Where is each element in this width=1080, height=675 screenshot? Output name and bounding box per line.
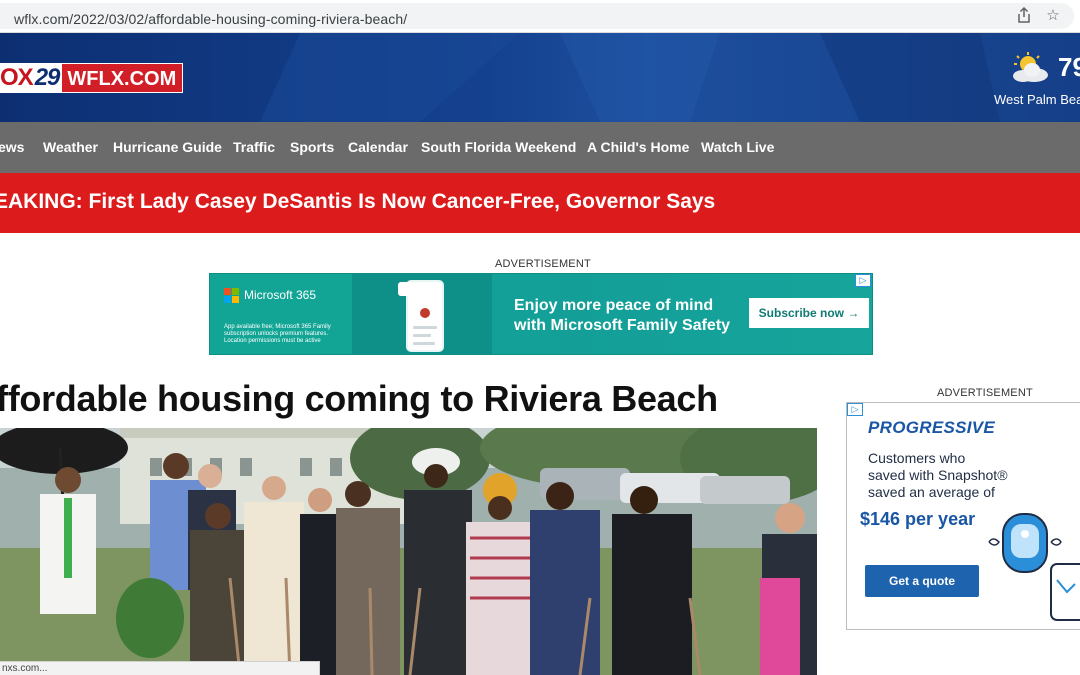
ms-ad-headline-line2: with Microsoft Family Safety — [514, 317, 731, 334]
site-header: OX 29 WFLX.COM — [0, 33, 1080, 122]
breaking-news-text[interactable]: EAKING: First Lady Casey DeSantis Is Now… — [0, 190, 715, 214]
star-icon[interactable]: ☆ — [1044, 7, 1062, 25]
weather-city[interactable]: West Palm Bea — [994, 92, 1080, 107]
nav-item-news[interactable]: ews — [0, 139, 24, 155]
article-title: ffordable housing coming to Riviera Beac… — [0, 378, 718, 419]
ad-label-side: ADVERTISEMENT — [937, 387, 1033, 399]
share-icon[interactable] — [1015, 6, 1033, 25]
nav-item-calendar[interactable]: Calendar — [348, 139, 408, 155]
nav-item-traffic[interactable]: Traffic — [233, 139, 275, 155]
nav-item-weather[interactable]: Weather — [43, 139, 98, 155]
logo-fox-text: OX — [0, 63, 35, 93]
adchoices-icon[interactable]: ▷ — [855, 274, 871, 287]
logo-channel-number: 29 — [34, 63, 62, 93]
progressive-logo: PROGRESSIVE — [868, 418, 996, 437]
progressive-amount: $146 per year — [860, 509, 976, 529]
microsoft-logo-icon — [224, 288, 240, 304]
ms-ad-brand: Microsoft 365 — [244, 288, 317, 302]
ms-ad-headline-line1: Enjoy more peace of mind — [514, 297, 714, 314]
progressive-copy: Customers who saved with Snapshot® saved… — [868, 450, 1028, 501]
site-logo[interactable]: OX 29 WFLX.COM — [0, 63, 184, 93]
progressive-ad[interactable]: ▷ PROGRESSIVE Customers who saved with S… — [846, 402, 1080, 630]
logo-site-name: WFLX.COM — [61, 63, 184, 93]
nav-item-hurricane-guide[interactable]: Hurricane Guide — [113, 139, 222, 155]
phone-ui-line — [413, 334, 431, 337]
progressive-copy-line2: saved with Snapshot® — [868, 467, 1008, 483]
ms-ad-headline: Enjoy more peace of mind with Microsoft … — [514, 296, 754, 336]
partly-cloudy-icon — [1013, 52, 1048, 82]
article-hero-image[interactable] — [0, 428, 817, 675]
url-field[interactable]: wflx.com/2022/03/02/affordable-housing-c… — [0, 3, 1074, 29]
ad-label-top: ADVERTISEMENT — [495, 258, 591, 270]
progressive-copy-line1: Customers who — [868, 450, 966, 466]
nav-item-childs-home[interactable]: A Child's Home — [587, 139, 689, 155]
subscribe-now-button[interactable]: Subscribe now → — [749, 298, 869, 328]
ms-ad-left-panel: Microsoft 365 App available free; Micros… — [210, 274, 352, 354]
snapshot-device-icon — [988, 513, 1080, 621]
ms-ad-fine-print: App available free; Microsoft 365 Family… — [224, 324, 331, 344]
location-pin-icon — [420, 308, 430, 318]
status-bar-url: nxs.com... — [0, 661, 320, 675]
phone-ui-line — [413, 342, 435, 345]
microsoft-365-ad[interactable]: Microsoft 365 App available free; Micros… — [209, 273, 873, 355]
breaking-news-banner[interactable]: EAKING: First Lady Casey DeSantis Is Now… — [0, 173, 1080, 233]
main-nav: ews Weather Hurricane Guide Traffic Spor… — [0, 122, 1080, 173]
browser-address-bar: wflx.com/2022/03/02/affordable-housing-c… — [0, 0, 1080, 33]
progressive-copy-line3: saved an average of — [868, 484, 995, 500]
phone-ui-line — [413, 326, 437, 329]
adchoices-icon[interactable]: ▷ — [847, 403, 863, 416]
nav-item-watch-live[interactable]: Watch Live — [701, 139, 774, 155]
url-text[interactable]: wflx.com/2022/03/02/affordable-housing-c… — [14, 11, 407, 27]
get-a-quote-button[interactable]: Get a quote — [865, 565, 979, 597]
weather-temperature[interactable]: 79 — [1058, 52, 1080, 82]
shield-icon — [398, 282, 414, 296]
nav-item-south-florida-weekend[interactable]: South Florida Weekend — [421, 139, 576, 155]
nav-item-sports[interactable]: Sports — [290, 139, 334, 155]
